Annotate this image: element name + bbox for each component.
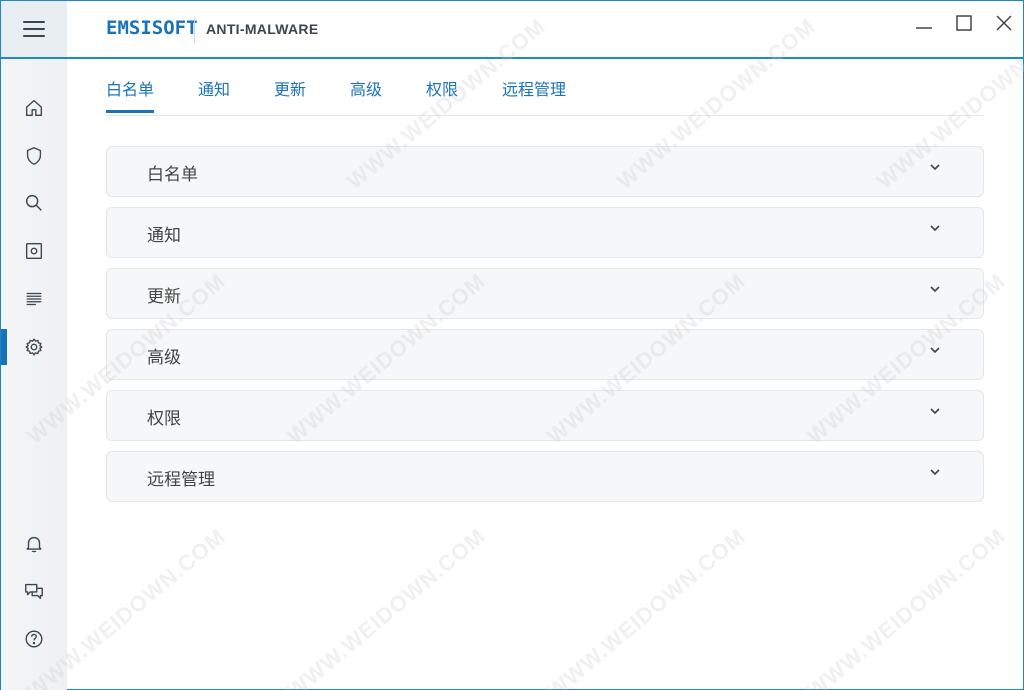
section-title: 远程管理 xyxy=(147,470,215,490)
sidebar-item-settings[interactable] xyxy=(1,325,67,369)
tab-remote-management[interactable]: 远程管理 xyxy=(502,76,566,110)
maximize-button[interactable] xyxy=(949,9,979,37)
section-title: 更新 xyxy=(147,287,181,307)
help-icon xyxy=(25,630,43,648)
settings-tabs: 白名单 通知 更新 高级 权限 远程管理 xyxy=(106,59,984,116)
chat-icon xyxy=(25,583,43,600)
chevron-down-icon xyxy=(930,286,940,293)
chevron-down-icon xyxy=(930,225,940,232)
tab-permissions[interactable]: 权限 xyxy=(426,76,458,110)
section-title: 高级 xyxy=(147,348,181,368)
section-title: 白名单 xyxy=(147,165,198,185)
maximize-icon xyxy=(956,15,972,31)
chevron-down-icon xyxy=(930,408,940,415)
chevron-down-icon xyxy=(930,347,940,354)
section-remote-management[interactable]: 远程管理 xyxy=(106,451,984,502)
sidebar-item-logs[interactable] xyxy=(1,277,67,321)
minimize-icon xyxy=(916,27,932,29)
bell-icon xyxy=(26,536,42,553)
quarantine-icon xyxy=(25,242,43,260)
tab-advanced[interactable]: 高级 xyxy=(350,76,382,110)
watermark: WWW.WEIDOWN.COM xyxy=(281,523,491,690)
shield-icon xyxy=(26,147,42,165)
tab-updates[interactable]: 更新 xyxy=(274,76,306,110)
brand-divider xyxy=(194,17,195,43)
chevron-down-icon xyxy=(930,469,940,476)
section-title: 通知 xyxy=(147,226,181,246)
watermark: WWW.WEIDOWN.COM xyxy=(541,523,751,690)
hamburger-icon xyxy=(23,21,45,37)
section-updates[interactable]: 更新 xyxy=(106,268,984,319)
minimize-button[interactable] xyxy=(909,9,939,37)
product-name: ANTI-MALWARE xyxy=(206,21,319,37)
sidebar xyxy=(1,59,67,690)
tab-notifications[interactable]: 通知 xyxy=(198,76,230,110)
section-permissions[interactable]: 权限 xyxy=(106,390,984,441)
gear-icon xyxy=(25,338,43,356)
tab-whitelist[interactable]: 白名单 xyxy=(106,76,155,113)
sidebar-item-scan[interactable] xyxy=(1,181,67,225)
logs-icon xyxy=(26,292,42,306)
chevron-down-icon xyxy=(930,164,940,171)
sidebar-item-notifications[interactable] xyxy=(1,522,67,566)
sidebar-item-help[interactable] xyxy=(1,617,67,661)
search-icon xyxy=(25,194,42,211)
sidebar-item-home[interactable] xyxy=(1,86,67,130)
title-bar: EMSISOFT ANTI-MALWARE xyxy=(1,1,1023,59)
section-title: 权限 xyxy=(147,409,181,429)
close-icon xyxy=(996,15,1012,31)
sidebar-item-quarantine[interactable] xyxy=(1,229,67,273)
watermark: WWW.WEIDOWN.COM xyxy=(801,523,1011,690)
sidebar-item-support[interactable] xyxy=(1,569,67,613)
close-button[interactable] xyxy=(989,9,1019,37)
app-window: EMSISOFT ANTI-MALWARE 白名单 通知 更新 高级 权限 远程… xyxy=(0,0,1024,690)
section-advanced[interactable]: 高级 xyxy=(106,329,984,380)
home-icon xyxy=(25,99,43,117)
sidebar-item-protection[interactable] xyxy=(1,134,67,178)
section-whitelist[interactable]: 白名单 xyxy=(106,146,984,197)
section-notifications[interactable]: 通知 xyxy=(106,207,984,258)
brand-logo: EMSISOFT xyxy=(106,17,198,39)
menu-button[interactable] xyxy=(1,1,67,57)
